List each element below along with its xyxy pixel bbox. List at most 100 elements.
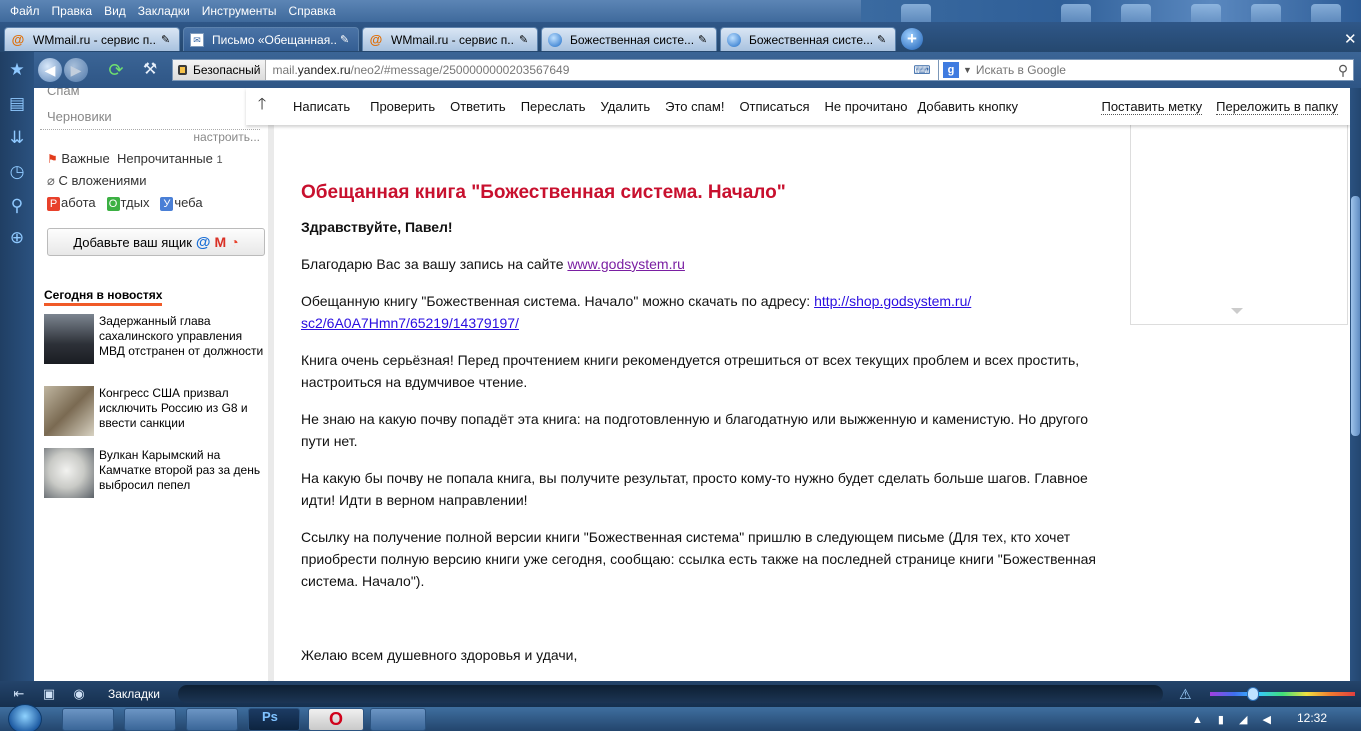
os-taskbar: Ps O ▲ ▮ ◢ ◀ 12:32 bbox=[0, 704, 1361, 731]
flag-icon: ⚑ bbox=[47, 152, 58, 166]
check-mail-button[interactable]: Проверить bbox=[370, 99, 435, 114]
security-badge[interactable]: Безопасный bbox=[173, 60, 267, 80]
url-prefix: mail. bbox=[272, 63, 298, 77]
filter-attachments-row[interactable]: ⌀ С вложениями bbox=[47, 173, 146, 189]
menu-edit[interactable]: Правка bbox=[46, 0, 99, 22]
download-link-part1[interactable]: http://shop.godsystem.ru/ bbox=[814, 293, 971, 309]
filter-important[interactable]: Важные bbox=[61, 151, 109, 166]
label-study[interactable]: Учеба bbox=[160, 195, 203, 211]
taskbar-media-icon[interactable] bbox=[186, 708, 238, 731]
spam-button[interactable]: Это спам! bbox=[665, 99, 724, 114]
wand-icon[interactable]: ⚒ bbox=[138, 58, 162, 82]
url-text[interactable]: mail.yandex.ru/neo2/#message/25000000002… bbox=[266, 63, 913, 77]
news-heading[interactable]: Сегодня в новостях bbox=[44, 288, 163, 306]
download-link-part2[interactable]: sc2/6A0A7Hmn7/65219/14379197/ bbox=[301, 315, 519, 331]
reload-icon[interactable]: ⟳ bbox=[104, 58, 128, 82]
system-tray-icons[interactable]: ▲ ▮ ◢ ◀ bbox=[1192, 713, 1277, 726]
news-item[interactable]: Конгресс США призвал исключить Россию из… bbox=[44, 386, 269, 436]
close-tab-icon[interactable]: ✕ bbox=[1344, 30, 1357, 48]
download-icon[interactable]: ⇊ bbox=[7, 128, 27, 148]
notes-icon[interactable]: ▤ bbox=[7, 94, 27, 114]
pencil-icon[interactable]: ✎ bbox=[698, 33, 710, 46]
search-icon[interactable]: ⚲ bbox=[1333, 62, 1353, 79]
add-button-button[interactable]: Добавить кнопку bbox=[917, 99, 1018, 114]
menu-bookmarks[interactable]: Закладки bbox=[132, 0, 196, 22]
menu-view[interactable]: Вид bbox=[98, 0, 132, 22]
vertical-scrollbar[interactable] bbox=[1350, 88, 1361, 681]
warning-icon[interactable]: ⚠ bbox=[1179, 686, 1192, 703]
secure-label: Безопасный bbox=[193, 63, 261, 77]
news-item[interactable]: Вулкан Карымский на Камчатке второй раз … bbox=[44, 448, 269, 498]
tab-wmmail-2[interactable]: @ WMmail.ru - сервис п... ✎ bbox=[362, 27, 538, 51]
label-rest-leisure[interactable]: Отдых bbox=[106, 195, 149, 211]
arrow-up-icon[interactable]: 🡑 bbox=[246, 93, 278, 120]
mail-sidebar: Спам Черновики настроить... ⚑ Важные Неп… bbox=[34, 88, 274, 681]
taskbar-opera-icon[interactable]: O bbox=[308, 708, 364, 731]
scrollbar-thumb[interactable] bbox=[1351, 196, 1360, 436]
google-icon[interactable]: g bbox=[943, 62, 959, 78]
label-work[interactable]: Работа bbox=[47, 195, 96, 211]
menu-tools[interactable]: Инструменты bbox=[196, 0, 283, 22]
delete-button[interactable]: Удалить bbox=[600, 99, 650, 114]
reply-button[interactable]: Ответить bbox=[450, 99, 506, 114]
search-input[interactable] bbox=[975, 63, 1333, 77]
add-mailbox-button[interactable]: Добавьте ваш ящик @ M ◔ bbox=[47, 228, 265, 256]
set-label-button[interactable]: Поставить метку bbox=[1101, 99, 1203, 115]
folder-drafts[interactable]: Черновики bbox=[47, 109, 112, 124]
folder-spam[interactable]: Спам bbox=[47, 88, 80, 98]
pencil-icon[interactable]: ✎ bbox=[519, 33, 531, 46]
taskbar-app-icon[interactable] bbox=[62, 708, 114, 731]
compose-button[interactable]: Написать bbox=[293, 99, 350, 114]
back-button[interactable]: ◀ bbox=[38, 58, 62, 82]
taskbar-folder-icon[interactable] bbox=[124, 708, 176, 731]
forward-button[interactable]: ▶ bbox=[64, 58, 88, 82]
address-bar[interactable]: Безопасный mail.yandex.ru/neo2/#message/… bbox=[172, 59, 960, 81]
tab-godsystem-2[interactable]: Божественная систе... ✎ bbox=[720, 27, 896, 51]
panel-toggle-icon[interactable]: ⇤ bbox=[8, 686, 30, 702]
unsubscribe-button[interactable]: Отписаться bbox=[739, 99, 809, 114]
image-toggle-icon[interactable]: ▣ bbox=[38, 686, 60, 702]
zoom-slider-knob[interactable] bbox=[1247, 687, 1259, 701]
search-icon[interactable]: ⚲ bbox=[7, 196, 27, 216]
move-to-folder-button[interactable]: Переложить в папку bbox=[1216, 99, 1338, 115]
web-page: Спам Черновики настроить... ⚑ Важные Неп… bbox=[34, 88, 1350, 681]
tab-title: Божественная систе... bbox=[749, 32, 873, 47]
pencil-icon[interactable]: ✎ bbox=[161, 33, 173, 46]
pencil-icon[interactable]: ✎ bbox=[877, 33, 889, 46]
start-button[interactable] bbox=[8, 704, 42, 731]
menu-help[interactable]: Справка bbox=[283, 0, 342, 22]
label-rest: абота bbox=[61, 195, 96, 210]
tab-letter[interactable]: ✉ Письмо «Обещанная... ✎ bbox=[183, 27, 359, 51]
news-item[interactable]: Задержанный глава сахалинского управлени… bbox=[44, 314, 269, 366]
clock[interactable]: 12:32 bbox=[1297, 711, 1327, 725]
forward-mail-button[interactable]: Переслать bbox=[521, 99, 586, 114]
labels-row: Работа Отдых Учеба bbox=[47, 195, 203, 211]
paragraph-text: Обещанную книгу "Божественная система. Н… bbox=[301, 293, 815, 309]
tab-wmmail-1[interactable]: @ WMmail.ru - сервис п... ✎ bbox=[4, 27, 180, 51]
side-panel-toolbar: ★ ▤ ⇊ ◷ ⚲ ⊕ bbox=[0, 52, 34, 681]
keyboard-icon[interactable]: ⌨ bbox=[913, 63, 930, 77]
history-icon[interactable]: ◷ bbox=[7, 162, 27, 182]
pencil-icon[interactable]: ✎ bbox=[340, 33, 352, 46]
mark-unread-button[interactable]: Не прочитано bbox=[825, 99, 908, 114]
label-letter: У bbox=[160, 197, 174, 211]
taskbar-app-icon[interactable] bbox=[370, 708, 426, 731]
add-panel-icon[interactable]: ⊕ bbox=[7, 228, 27, 248]
filter-unread[interactable]: Непрочитанные bbox=[117, 151, 213, 166]
menu-file[interactable]: Файл bbox=[0, 0, 46, 22]
star-icon[interactable]: ★ bbox=[7, 60, 27, 80]
navigation-bar: ◀ ▶ ⟳ ⚒ Безопасный mail.yandex.ru/neo2/#… bbox=[34, 52, 1361, 88]
bookmarks-label[interactable]: Закладки bbox=[108, 687, 160, 701]
settings-link[interactable]: настроить... bbox=[40, 129, 260, 144]
chevron-down-icon[interactable] bbox=[1231, 308, 1243, 314]
paragraph-text: Благодарю Вас за вашу запись на сайте bbox=[301, 256, 568, 272]
chevron-down-icon[interactable]: ▼ bbox=[963, 65, 972, 75]
message-paragraph: Благодарю Вас за вашу запись на сайте ww… bbox=[301, 253, 1113, 275]
message-paragraph: Желаю всем душевного здоровья и удачи, bbox=[301, 647, 578, 663]
godsystem-link[interactable]: www.godsystem.ru bbox=[567, 256, 684, 272]
taskbar-photoshop-icon[interactable]: Ps bbox=[248, 708, 300, 731]
zoom-slider[interactable] bbox=[1210, 692, 1355, 696]
tab-godsystem-1[interactable]: Божественная систе... ✎ bbox=[541, 27, 717, 51]
new-tab-button[interactable]: + bbox=[901, 28, 923, 50]
turbo-icon[interactable]: ◉ bbox=[68, 686, 90, 702]
